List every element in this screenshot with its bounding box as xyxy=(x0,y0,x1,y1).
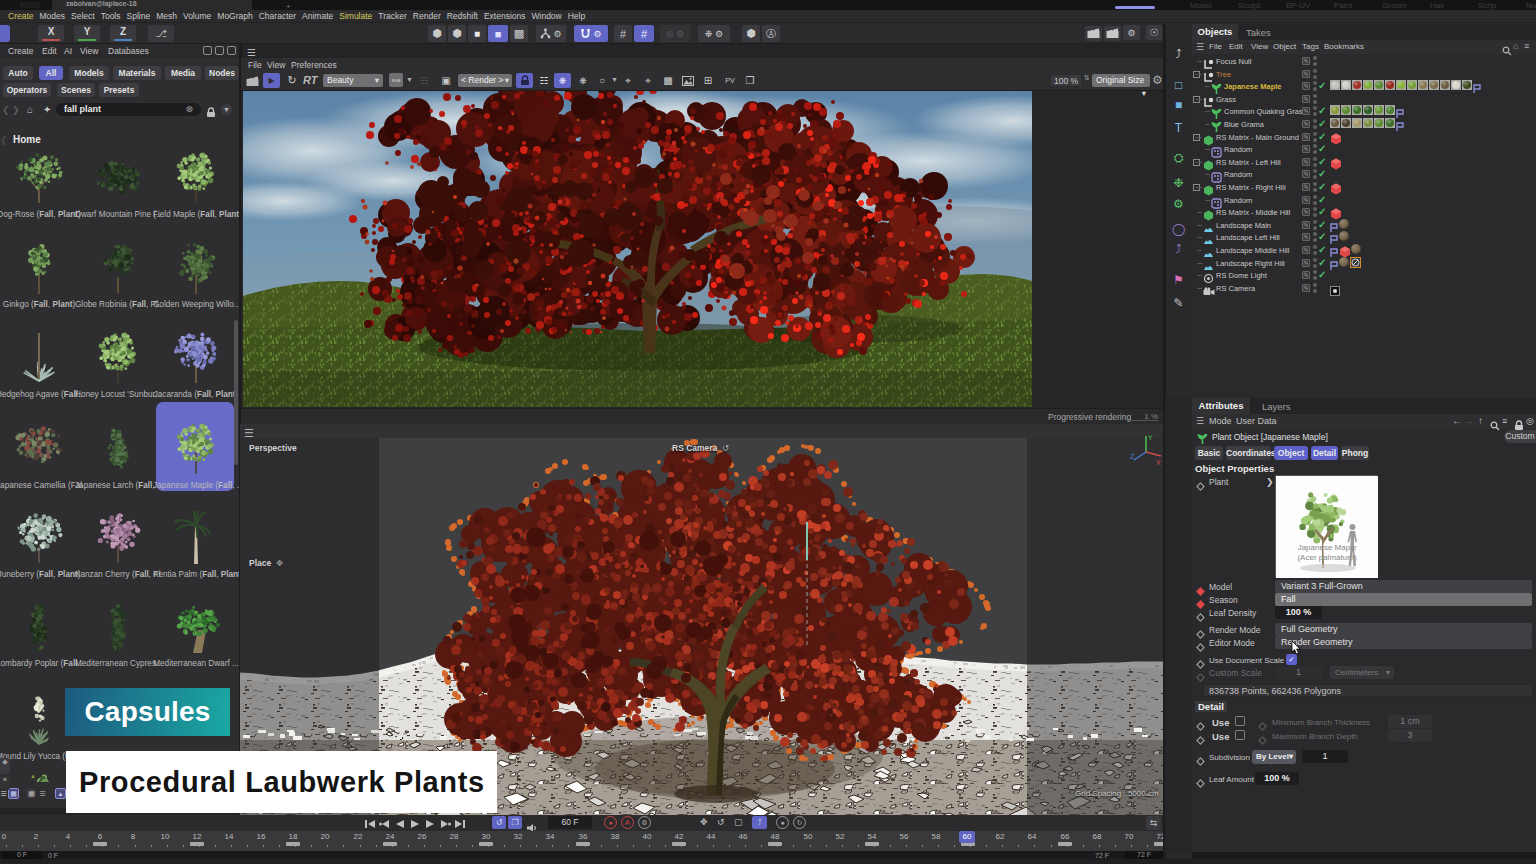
svg-text:Japanese Maple: Japanese Maple xyxy=(1298,543,1357,552)
svg-text:X: X xyxy=(1156,459,1161,466)
svg-text:Y: Y xyxy=(1148,434,1153,441)
svg-text:Z: Z xyxy=(1130,453,1135,460)
svg-text:(Acer palmatum): (Acer palmatum) xyxy=(1297,553,1356,562)
